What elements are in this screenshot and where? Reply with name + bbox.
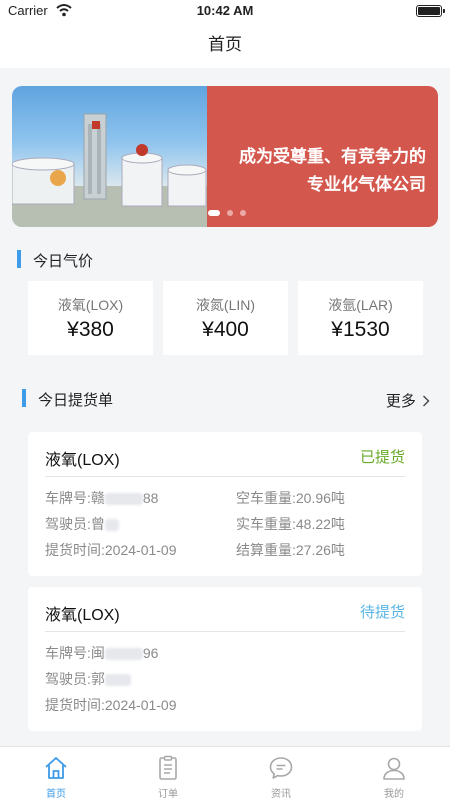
- tab-news[interactable]: 资讯: [225, 747, 337, 800]
- banner-page-dot[interactable]: [208, 210, 220, 216]
- tab-orders[interactable]: 订单: [112, 747, 224, 800]
- price-name: 液氩(LAR): [328, 297, 393, 313]
- price-card-lox[interactable]: 液氧(LOX) ¥380: [28, 281, 153, 355]
- pickup-time: 提货时间:2024-01-09: [45, 697, 177, 713]
- tab-label: 订单: [158, 789, 178, 800]
- section-accent-bar: [22, 389, 26, 407]
- clock: 10:42 AM: [196, 3, 254, 18]
- order-status-badge: 待提货: [359, 604, 405, 621]
- redacted-text: [104, 674, 131, 687]
- order-card[interactable]: 液氧(LOX) 已提货 车牌号:赣 88 驾驶员:曾 提货时间:2024-01-0…: [28, 432, 422, 576]
- price-name: 液氮(LIN): [195, 297, 256, 313]
- more-orders-link[interactable]: 更多: [386, 390, 430, 411]
- status-bar: Carrier 10:42 AM: [0, 0, 450, 22]
- empty-weight: 空车重量:20.96吨: [236, 490, 345, 506]
- clipboard-icon: [159, 755, 177, 780]
- redacted-text: [104, 493, 143, 506]
- banner-page-dot[interactable]: [240, 210, 246, 216]
- tab-bar: 首页 订单 资讯 我的: [0, 746, 450, 800]
- plate-number: 车牌号:赣 88: [45, 490, 159, 506]
- tab-label: 资讯: [271, 789, 291, 800]
- divider: [45, 631, 405, 632]
- page-title: 首页: [0, 22, 450, 68]
- price-card-lar[interactable]: 液氩(LAR) ¥1530: [298, 281, 423, 355]
- loaded-weight: 实车重量:48.22吨: [236, 516, 345, 532]
- price-value: ¥400: [202, 318, 249, 341]
- battery-icon: [416, 5, 445, 17]
- order-card[interactable]: 液氧(LOX) 待提货 车牌号:闽 96 驾驶员:郭 提货时间:2024-01-0…: [28, 587, 422, 731]
- user-icon: [383, 757, 405, 780]
- redacted-text: [104, 648, 143, 661]
- driver-name: 驾驶员:曾: [45, 514, 119, 534]
- settle-weight: 结算重量:27.26吨: [236, 542, 345, 558]
- order-status-badge: 已提货: [359, 449, 405, 466]
- tab-label: 我的: [384, 789, 404, 800]
- orders-section-title: 今日提货单: [22, 388, 222, 410]
- price-value: ¥380: [67, 318, 114, 341]
- promo-banner[interactable]: 成为受尊重、有竞争力的 专业化气体公司: [12, 86, 438, 227]
- divider: [45, 476, 405, 477]
- tab-profile[interactable]: 我的: [338, 747, 450, 800]
- redacted-text: [104, 519, 119, 532]
- banner-slogan-line2: 专业化气体公司: [307, 175, 426, 194]
- prices-section-title: 今日气价: [17, 249, 217, 271]
- tab-label: 首页: [46, 789, 66, 800]
- more-label: 更多: [385, 393, 416, 410]
- gas-plant-photo: [12, 86, 207, 227]
- order-product: 液氧(LOX): [45, 607, 120, 624]
- section-accent-bar: [17, 250, 21, 268]
- home-icon: [45, 757, 67, 779]
- pickup-time: 提货时间:2024-01-09: [45, 542, 177, 558]
- price-card-lin[interactable]: 液氮(LIN) ¥400: [163, 281, 288, 355]
- chat-bubble-icon: [269, 757, 293, 779]
- order-product: 液氧(LOX): [45, 452, 120, 469]
- tab-home[interactable]: 首页: [0, 747, 112, 800]
- banner-slogan-line1: 成为受尊重、有竞争力的: [239, 147, 426, 166]
- driver-name: 驾驶员:郭: [45, 669, 131, 689]
- price-value: ¥1530: [331, 318, 390, 341]
- plate-number: 车牌号:闽 96: [45, 645, 159, 661]
- price-name: 液氧(LOX): [57, 297, 124, 313]
- banner-page-dot[interactable]: [227, 210, 233, 216]
- chevron-right-icon: [423, 395, 430, 407]
